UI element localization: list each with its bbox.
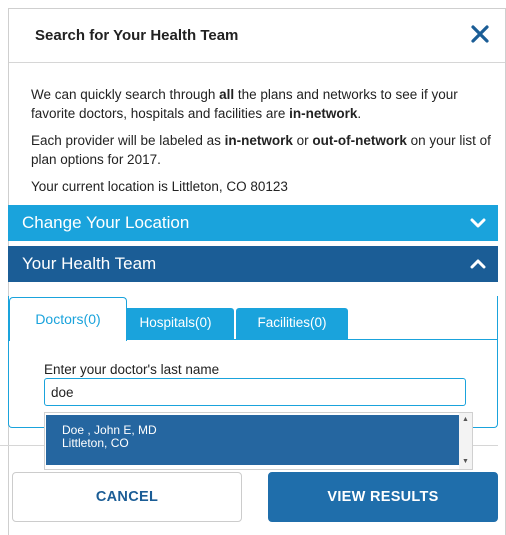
view-results-button[interactable]: VIEW RESULTS (268, 472, 498, 522)
intro-paragraph-labels: Each provider will be labeled as in-netw… (31, 133, 491, 167)
doctor-search-input[interactable] (44, 378, 466, 406)
dropdown-scrollbar[interactable]: ▲ ▼ (459, 413, 472, 469)
change-location-accordion[interactable]: Change Your Location (8, 205, 498, 241)
current-location-text: Your current location is Littleton, CO 8… (31, 179, 288, 194)
tab-hospitals[interactable]: Hospitals(0) (117, 308, 234, 339)
modal-header: Search for Your Health Team (9, 9, 505, 63)
health-team-label: Your Health Team (22, 254, 157, 273)
suggestion-dropdown: Doe , John E, MD Littleton, CO ▲ ▼ (44, 412, 473, 470)
close-icon (471, 25, 489, 43)
cancel-button[interactable]: CANCEL (12, 472, 242, 522)
scroll-down-icon[interactable]: ▼ (462, 458, 469, 466)
scroll-up-icon[interactable]: ▲ (462, 416, 469, 424)
change-location-label: Change Your Location (22, 213, 190, 232)
suggestion-item[interactable]: Doe , John E, MD Littleton, CO (46, 415, 459, 465)
tab-facilities[interactable]: Facilities(0) (236, 308, 348, 339)
chevron-down-icon (470, 218, 486, 228)
tab-doctors[interactable]: Doctors(0) (9, 297, 127, 341)
chevron-up-icon (470, 259, 486, 269)
modal-title: Search for Your Health Team (35, 27, 239, 44)
close-button[interactable] (467, 21, 493, 47)
intro-text: We can quickly search through all the pl… (31, 85, 501, 204)
doctor-last-name-label: Enter your doctor's last name (44, 362, 220, 377)
intro-paragraph-search: We can quickly search through all the pl… (31, 87, 458, 121)
health-team-accordion[interactable]: Your Health Team (8, 246, 498, 282)
suggestion-location: Littleton, CO (62, 436, 129, 450)
